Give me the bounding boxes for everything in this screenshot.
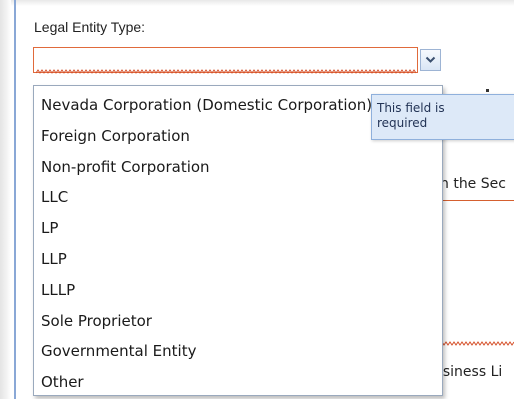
background-marker <box>486 89 489 92</box>
option-sole-proprietor[interactable]: Sole Proprietor <box>34 306 442 337</box>
option-other[interactable]: Other <box>34 367 442 395</box>
form-section-border <box>14 0 16 399</box>
option-non-profit-corporation[interactable]: Non-profit Corporation <box>34 152 442 183</box>
window-top-shadow <box>0 0 514 6</box>
background-squiggle <box>436 341 514 346</box>
left-rail <box>0 0 11 399</box>
background-field-border <box>440 200 514 201</box>
legal-entity-type-label: Legal Entity Type: <box>34 19 146 35</box>
option-llc[interactable]: LLC <box>34 182 442 213</box>
option-lllp[interactable]: LLLP <box>34 275 442 306</box>
option-lp[interactable]: LP <box>34 213 442 244</box>
validation-tooltip: This field is required <box>371 94 514 140</box>
chevron-down-icon <box>425 56 436 63</box>
background-text-fragment: n the Sec <box>440 176 506 192</box>
page: n the Sec usiness Li Legal Entity Type: … <box>0 0 514 399</box>
option-governmental-entity[interactable]: Governmental Entity <box>34 336 442 367</box>
invalid-squiggle-underline <box>36 69 416 74</box>
dropdown-toggle-button[interactable] <box>420 49 441 71</box>
option-llp[interactable]: LLP <box>34 244 442 275</box>
background-text-fragment: usiness Li <box>434 364 503 380</box>
validation-message: This field is required <box>377 101 445 130</box>
